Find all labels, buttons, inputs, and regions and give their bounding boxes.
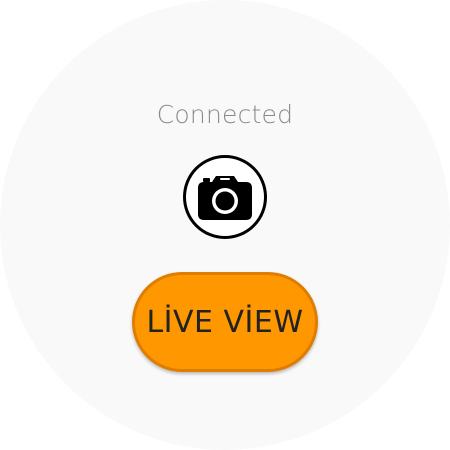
live-view-button[interactable]: LİVE VİEW <box>132 272 318 372</box>
connection-status: Connected <box>156 100 294 129</box>
camera-button[interactable] <box>183 155 267 239</box>
watch-screen: Connected LİVE VİEW <box>0 0 450 450</box>
live-view-label: LİVE VİEW <box>146 304 304 340</box>
camera-icon <box>198 176 252 220</box>
